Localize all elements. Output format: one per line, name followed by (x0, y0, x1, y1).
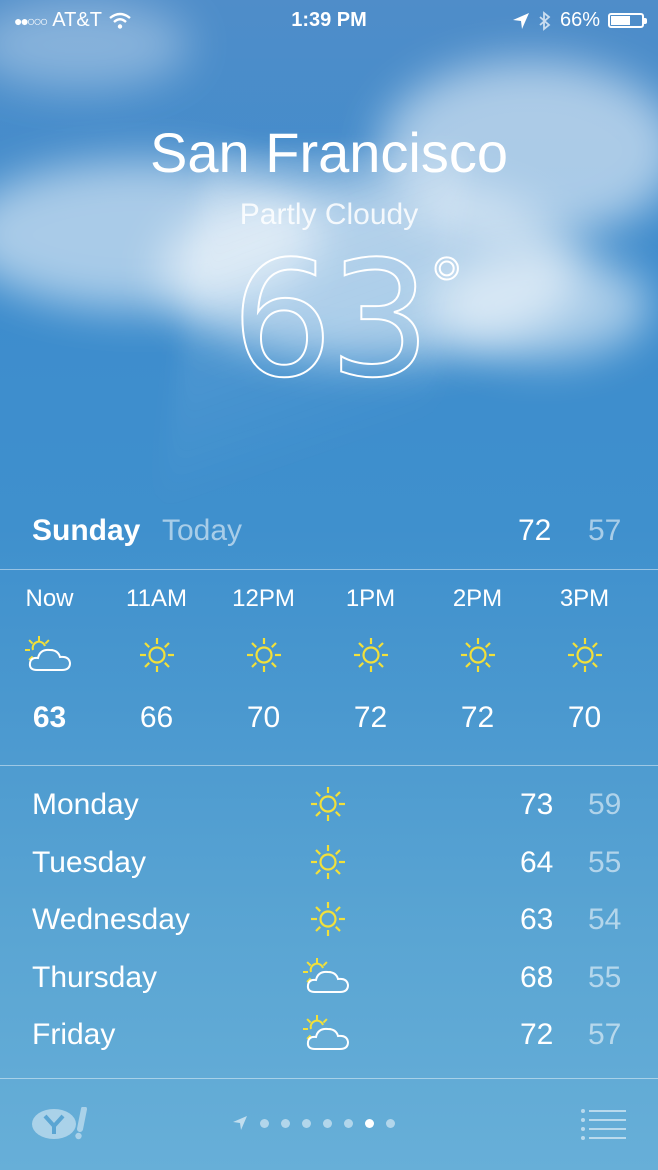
location-arrow-icon (233, 1116, 247, 1130)
location-arrow-icon (512, 12, 529, 29)
daily-row: Monday 73 59 (0, 784, 658, 842)
list-menu-icon[interactable] (580, 1107, 626, 1141)
hour-temperature: 70 (246, 701, 281, 734)
yahoo-logo-icon[interactable] (30, 1107, 96, 1141)
battery-icon (608, 13, 647, 28)
city-name: San Francisco (150, 121, 508, 184)
today-summary: Sunday Today 72 57 (0, 510, 658, 554)
day-high: 63 (520, 903, 554, 936)
page-dot[interactable] (281, 1118, 290, 1128)
day-high: 72 (520, 1018, 554, 1051)
sun-icon (567, 638, 602, 672)
hour-temperature: 72 (353, 701, 388, 734)
temperature-value: 63 (230, 226, 432, 413)
day-high: 64 (520, 845, 554, 879)
current-temperature: 63 ° (0, 239, 658, 401)
day-name: Friday (32, 1018, 116, 1051)
day-high: 73 (520, 788, 554, 821)
hour-icon (317, 625, 424, 685)
daily-row: Thursday 68 55 (0, 957, 658, 1015)
divider (0, 1078, 658, 1079)
hourly-item: 11AM 66 (103, 585, 210, 735)
day-icon (300, 840, 356, 884)
hour-icon (531, 625, 638, 685)
hour-label: 11AM (126, 585, 187, 612)
hourly-item: 3PM 70 (531, 585, 638, 735)
partly-cloudy-icon (303, 957, 350, 993)
page-dot[interactable] (323, 1118, 332, 1128)
degree-symbol: ° (430, 241, 464, 330)
daily-row: Friday 72 57 (0, 1014, 658, 1072)
hour-icon (103, 625, 210, 685)
sun-icon (139, 638, 174, 672)
hour-label: 2PM (452, 585, 503, 612)
day-icon (300, 897, 356, 941)
day-low: 59 (588, 788, 622, 821)
sun-icon (460, 638, 495, 672)
today-label: Today (162, 514, 243, 547)
today-low: 57 (588, 514, 622, 547)
day-icon (300, 955, 356, 999)
hour-label: Now (25, 585, 74, 612)
bluetooth-icon (539, 10, 551, 31)
partly-cloudy-icon (303, 1015, 350, 1050)
hour-icon (210, 625, 317, 685)
page-indicator[interactable] (232, 1115, 395, 1131)
page-dot[interactable] (365, 1118, 374, 1128)
page-dot[interactable] (260, 1118, 269, 1128)
partly-cloudy-icon (24, 636, 71, 671)
day-name: Monday (32, 788, 139, 821)
day-name: Wednesday (32, 903, 190, 936)
page-dot[interactable] (302, 1118, 311, 1128)
today-day: Sunday (32, 514, 141, 547)
page-dot[interactable] (386, 1118, 395, 1128)
hour-label: 12PM (232, 585, 295, 612)
day-icon (300, 1012, 356, 1056)
today-high: 72 (518, 514, 552, 547)
sun-icon (311, 902, 345, 936)
bottom-toolbar (0, 1095, 658, 1155)
daily-row: Tuesday 64 55 (0, 842, 658, 900)
hourly-item: 1PM 72 (317, 585, 424, 735)
hour-temperature: 72 (460, 701, 495, 734)
sun-icon (246, 638, 281, 672)
hour-label: 3PM (559, 585, 610, 612)
sun-icon (311, 787, 345, 821)
hour-temperature: 66 (139, 701, 174, 734)
daily-forecast: Monday 73 59 Tuesday 64 55 Wednesday 63 54… (0, 784, 658, 1072)
divider (0, 569, 658, 570)
day-name: Thursday (32, 960, 158, 994)
hourly-item: 12PM 70 (210, 585, 317, 735)
sun-icon (353, 638, 388, 672)
sun-icon (311, 844, 345, 879)
day-icon (300, 782, 356, 826)
hour-temperature: 63 (32, 701, 67, 734)
day-name: Tuesday (32, 845, 146, 879)
day-low: 55 (588, 845, 622, 879)
hour-icon (0, 625, 103, 685)
day-low: 54 (588, 903, 622, 936)
day-high: 68 (520, 960, 554, 994)
hourly-forecast[interactable]: Now 63 11AM 66 12PM 70 1PM 72 2PM 72 3PM 70 (0, 585, 658, 755)
hour-icon (424, 625, 531, 685)
hour-temperature: 70 (567, 701, 602, 734)
daily-row: Wednesday 63 54 (0, 899, 658, 957)
day-low: 55 (588, 960, 622, 994)
page-dot[interactable] (344, 1118, 353, 1128)
hourly-item: 2PM 72 (424, 585, 531, 735)
hour-label: 1PM (345, 585, 396, 612)
hourly-item: Now 63 (0, 585, 103, 735)
status-bar: ●●○○○ AT&T 1:39 PM 66% (0, 0, 658, 44)
battery-percentage: 66% (559, 9, 600, 31)
divider (0, 765, 658, 766)
day-low: 57 (588, 1018, 622, 1051)
